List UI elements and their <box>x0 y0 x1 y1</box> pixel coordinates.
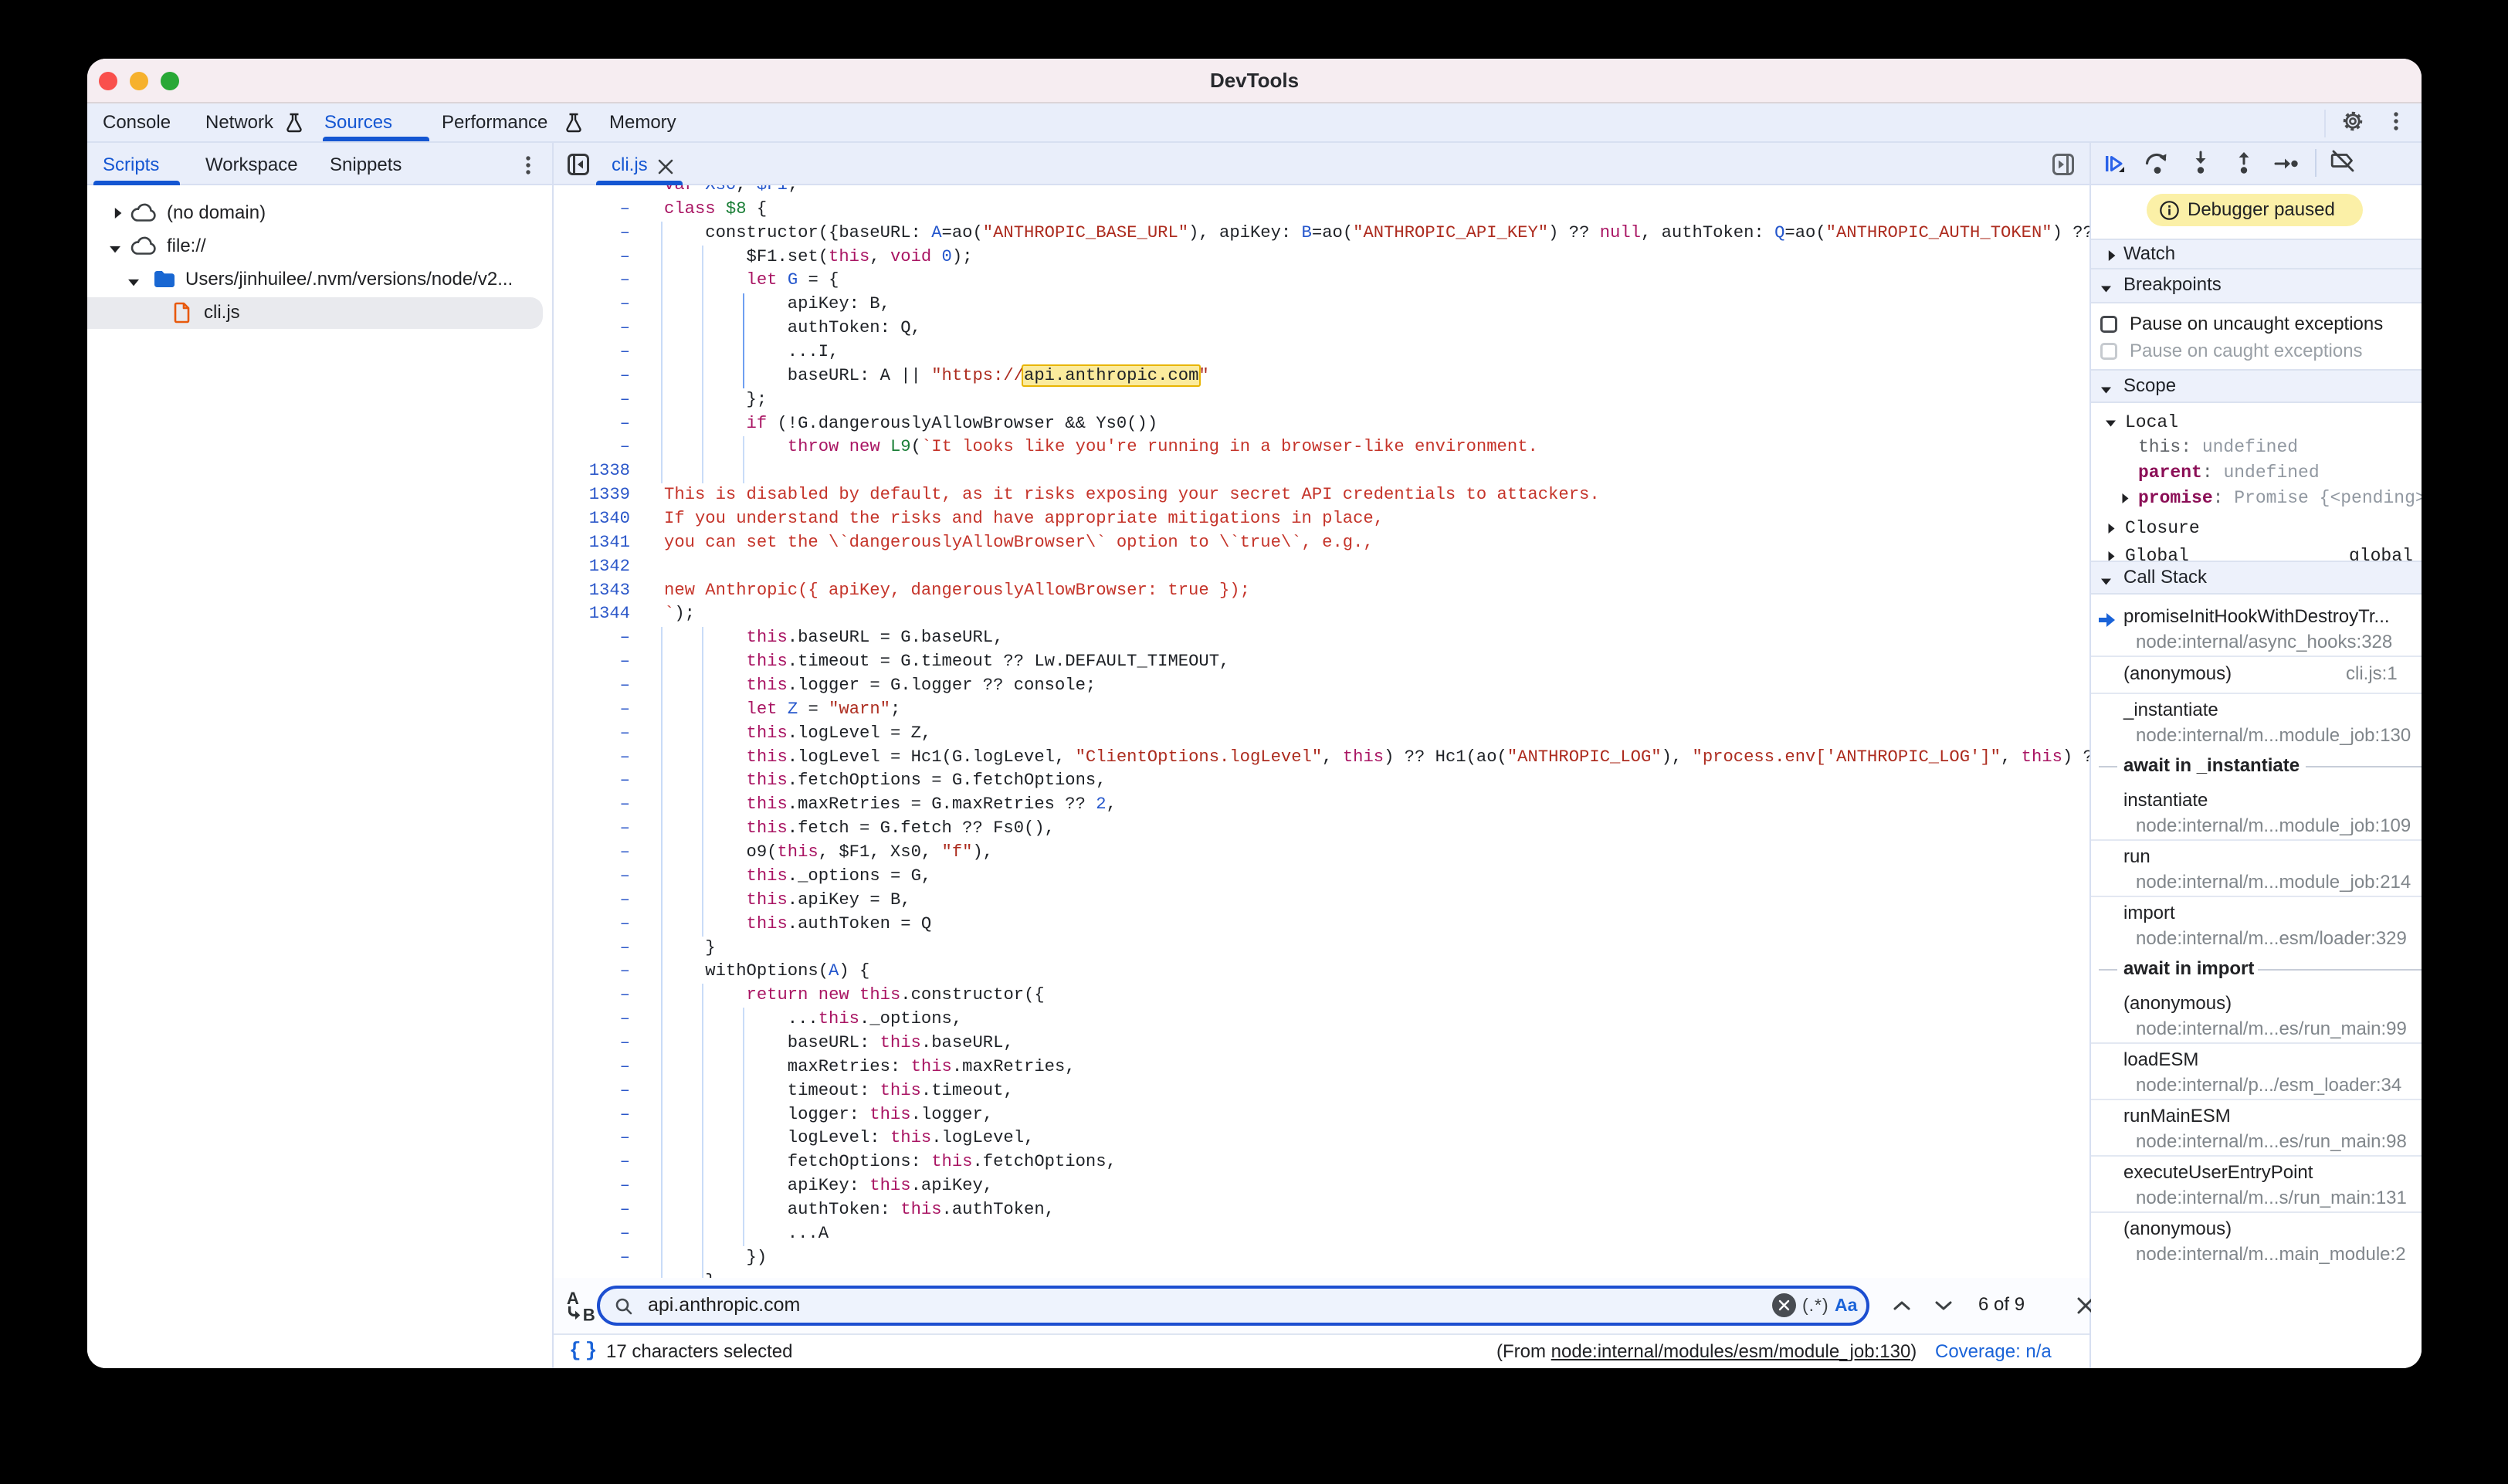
svg-text:A: A <box>567 1289 579 1308</box>
svg-text:B: B <box>583 1305 595 1324</box>
